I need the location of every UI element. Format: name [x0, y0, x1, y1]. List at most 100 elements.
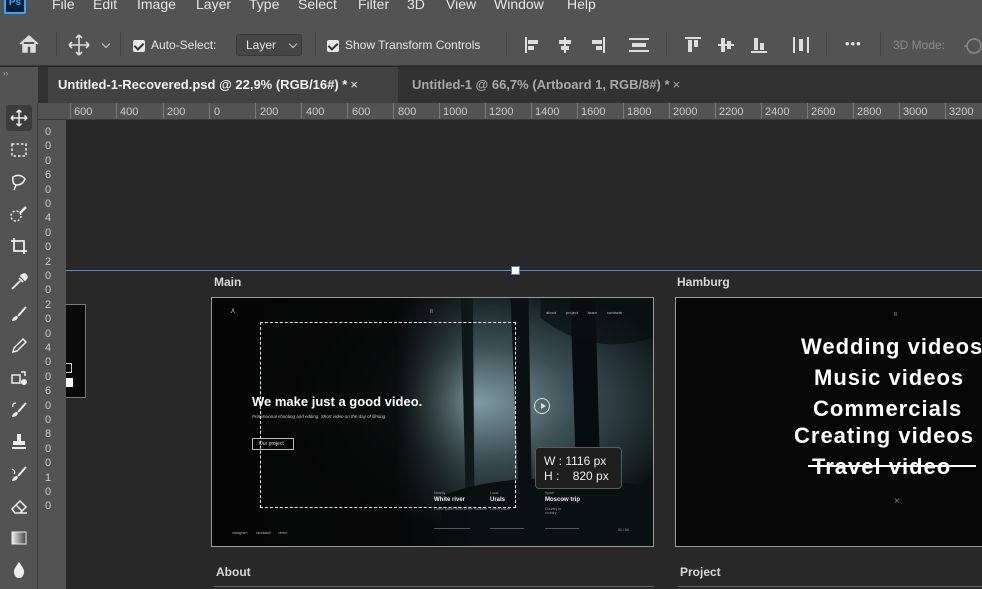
artboard-label-about[interactable]: About [216, 565, 251, 579]
healing-brush-tool-icon[interactable] [6, 365, 32, 391]
ruler-label: 1800 [627, 106, 652, 118]
tab-untitled-1[interactable]: Untitled-1 @ 66,7% (Artboard 1, RGB/8#) … [402, 67, 722, 103]
artboard-label-hamburg[interactable]: Hamburg [677, 275, 730, 289]
page-counter: 01 / 04 [618, 528, 629, 532]
menu-file[interactable]: File [52, 0, 75, 12]
pencil-tool-icon[interactable] [6, 333, 32, 359]
move-tool-icon[interactable] [6, 105, 32, 131]
menu-item-wedding[interactable]: Wedding videos [801, 334, 982, 360]
ruler-tick [393, 103, 394, 119]
chevron-down-icon [288, 39, 298, 49]
artboard-label-project[interactable]: Project [680, 565, 721, 579]
align-right-icon[interactable] [588, 36, 606, 54]
gradient-tool-icon[interactable] [6, 525, 32, 551]
artboard-hamburg[interactable]: II Wedding videos Music videos Commercia… [675, 297, 982, 547]
history-brush-tool-icon[interactable] [6, 397, 32, 423]
collapse-arrows-icon[interactable]: ›› [3, 69, 8, 78]
eraser-tool-icon[interactable] [6, 493, 32, 519]
transform-handle[interactable] [511, 266, 520, 275]
ruler-label: 2800 [857, 106, 882, 118]
home-icon[interactable] [18, 34, 40, 59]
mixer-brush-tool-icon[interactable] [6, 461, 32, 487]
marquee-tool-icon[interactable] [6, 137, 32, 163]
site-nav-about[interactable]: about [546, 310, 556, 315]
move-icon[interactable] [68, 34, 90, 61]
canvas-area[interactable]: Main ⋏ II about project team contacts We… [66, 120, 982, 589]
brush-tool-icon[interactable] [6, 301, 32, 327]
selection-marquee[interactable] [260, 322, 516, 508]
ruler-label: 600 [74, 106, 93, 118]
ruler-label: 0 [45, 183, 52, 196]
tab-untitled-1-recovered[interactable]: Untitled-1-Recovered.psd @ 22,9% (RGB/16… [48, 67, 398, 103]
footer-link[interactable]: vimeo [278, 531, 287, 535]
close-icon[interactable]: × [673, 67, 681, 103]
more-options-button[interactable]: ••• [845, 36, 862, 51]
quick-select-tool-icon[interactable] [6, 201, 32, 227]
width-value: 1116 px [565, 454, 607, 468]
align-center-icon[interactable] [556, 36, 574, 54]
align-top-icon[interactable] [684, 36, 702, 54]
menu-edit[interactable]: Edit [93, 0, 117, 12]
site-nav-project[interactable]: project [566, 310, 578, 315]
ruler-label: 0 [45, 370, 52, 383]
artboard-label-main[interactable]: Main [214, 275, 241, 289]
artboard-main[interactable]: ⋏ II about project team contacts We make… [211, 297, 654, 547]
menu-item-creating[interactable]: Creating videos [794, 423, 974, 449]
align-left-icon[interactable] [524, 36, 542, 54]
strikethrough-line [808, 465, 976, 467]
crop-tool-icon[interactable] [6, 233, 32, 259]
vertical-ruler[interactable]: 000600400200200400600800100 [38, 120, 66, 589]
footer-link[interactable]: instagram [232, 531, 247, 535]
play-icon[interactable] [534, 398, 550, 414]
distribute-horizontal-icon[interactable] [628, 36, 650, 54]
ruler-label: 1200 [489, 106, 514, 118]
menu-window[interactable]: Window [494, 0, 544, 12]
tools-panel-header: ›› [0, 67, 38, 103]
ruler-label: 0 [45, 500, 52, 513]
menu-item-music[interactable]: Music videos [814, 365, 964, 391]
menu-filter[interactable]: Filter [358, 0, 389, 12]
ruler-tick [301, 103, 302, 119]
chevron-down-icon[interactable] [101, 39, 111, 49]
ruler-tick [761, 103, 762, 119]
separator [315, 32, 316, 56]
ruler-label: 0 [45, 284, 52, 297]
ruler-tick [577, 103, 578, 119]
show-transform-checkbox[interactable] [327, 40, 339, 52]
menu-item-commercials[interactable]: Commercials [813, 396, 962, 422]
menu-view[interactable]: View [446, 0, 476, 12]
eyedropper-tool-icon[interactable] [6, 269, 32, 295]
menu-image[interactable]: Image [137, 0, 176, 12]
separator [56, 32, 57, 56]
menu-layer[interactable]: Layer [196, 0, 231, 12]
menu-type[interactable]: Type [249, 0, 279, 12]
menu-item-travel[interactable]: Travel video [812, 454, 951, 480]
ruler-label: 0 [45, 270, 52, 282]
clone-stamp-tool-icon[interactable] [6, 429, 32, 455]
horizontal-guide[interactable] [66, 270, 982, 271]
menu-help[interactable]: Help [567, 0, 596, 12]
project-tag: Spark [545, 491, 555, 495]
site-nav-team[interactable]: team [588, 310, 597, 315]
close-icon[interactable]: × [350, 67, 358, 103]
close-icon[interactable]: × [894, 496, 900, 507]
ruler-label: 200 [167, 106, 186, 118]
menu-3d[interactable]: 3D [407, 0, 425, 12]
lasso-tool-icon[interactable] [6, 169, 32, 195]
footer-link[interactable]: vkontakte [256, 531, 271, 535]
ruler-tick [209, 103, 210, 119]
project-divider [545, 528, 579, 529]
ruler-tick [439, 103, 440, 119]
orbit-3d-icon[interactable] [964, 36, 982, 54]
horizontal-ruler[interactable]: 600 400 200 0 200 400 600 800 1000 1200 … [66, 103, 982, 120]
distribute-vertical-icon[interactable] [792, 36, 810, 54]
auto-select-dropdown[interactable]: Layer [236, 34, 302, 56]
align-bottom-icon[interactable] [750, 36, 768, 54]
align-middle-icon[interactable] [717, 36, 735, 54]
site-nav-contacts[interactable]: contacts [607, 310, 622, 315]
menu-select[interactable]: Select [298, 0, 337, 12]
auto-select-value: Layer [246, 38, 277, 52]
auto-select-checkbox[interactable] [133, 40, 145, 52]
placeholder-box [66, 363, 72, 373]
blur-tool-icon[interactable] [6, 557, 32, 583]
